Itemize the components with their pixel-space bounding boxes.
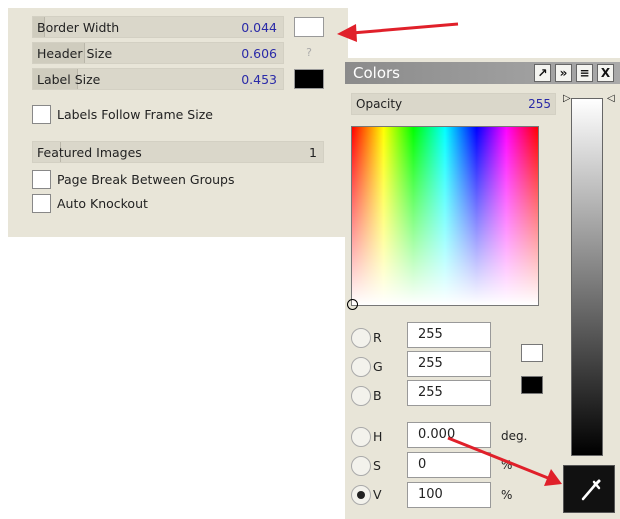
blue-input[interactable]: 255 [407, 380, 491, 406]
saturation-input[interactable]: 0 [407, 452, 491, 478]
page-break-label: Page Break Between Groups [57, 171, 235, 187]
header-size-label: Header Size [37, 46, 113, 61]
foreground-swatch[interactable] [521, 344, 543, 362]
labels-follow-checkbox[interactable] [32, 104, 51, 124]
auto-knockout-checkbox[interactable] [32, 193, 51, 213]
colors-panel-header: Colors ↗ » ≡ X [345, 62, 620, 84]
expand-icon[interactable]: » [555, 64, 572, 82]
featured-images-slider[interactable]: Featured Images 1 [32, 141, 324, 163]
colors-panel: Colors ↗ » ≡ X Opacity 255 ▷ ◁ R 255 G 2… [345, 58, 620, 519]
page-break-checkbox[interactable] [32, 169, 51, 189]
color-spectrum-picker[interactable] [347, 126, 539, 310]
radio-r[interactable] [351, 328, 371, 348]
background-swatch[interactable] [521, 376, 543, 394]
graph-options-panel: Border Width 0.044 Header Size 0.606 ? L… [8, 8, 348, 237]
brightness-strip[interactable] [571, 98, 603, 456]
channel-r-label: R [373, 330, 382, 345]
opacity-slider[interactable]: Opacity 255 [351, 93, 556, 115]
header-size-value: 0.606 [241, 46, 277, 61]
label-color-swatch[interactable] [294, 69, 324, 89]
channel-v-label: V [373, 487, 382, 502]
opacity-value: 255 [528, 97, 551, 111]
radio-b[interactable] [351, 386, 371, 406]
hue-input[interactable]: 0.000 [407, 422, 491, 448]
header-size-slider[interactable]: Header Size 0.606 [32, 42, 284, 64]
value-input[interactable]: 100 [407, 482, 491, 508]
pin-icon[interactable]: ↗ [534, 64, 551, 82]
radio-s[interactable] [351, 456, 371, 476]
featured-images-label: Featured Images [37, 145, 142, 160]
channel-g-label: G [373, 359, 383, 374]
auto-knockout-option[interactable]: Auto Knockout [32, 192, 148, 214]
channel-h-label: H [373, 429, 383, 444]
hue-unit: deg. [501, 429, 528, 443]
border-color-swatch[interactable] [294, 17, 324, 37]
labels-follow-frame-size-option[interactable]: Labels Follow Frame Size [32, 103, 213, 125]
page-break-option[interactable]: Page Break Between Groups [32, 168, 234, 190]
border-width-value: 0.044 [241, 20, 277, 35]
value-marker-right-icon: ◁ [607, 93, 615, 104]
opacity-label: Opacity [356, 97, 403, 111]
border-width-slider[interactable]: Border Width 0.044 [32, 16, 284, 38]
colors-panel-title: Colors [353, 64, 400, 82]
border-width-label: Border Width [37, 20, 120, 35]
radio-g[interactable] [351, 357, 371, 377]
eyedropper-button[interactable] [563, 465, 615, 513]
channel-s-label: S [373, 458, 381, 473]
close-icon[interactable]: X [597, 64, 614, 82]
header-color-button[interactable]: ? [294, 43, 324, 63]
spectrum-cursor [347, 299, 358, 310]
red-input[interactable]: 255 [407, 322, 491, 348]
label-size-label: Label Size [37, 72, 101, 87]
label-size-value: 0.453 [241, 72, 277, 87]
annotation-arrow-border-swatch [337, 22, 459, 42]
label-size-slider[interactable]: Label Size 0.453 [32, 68, 284, 90]
saturation-unit: % [501, 458, 513, 472]
radio-v[interactable] [351, 485, 371, 505]
featured-images-value: 1 [309, 145, 317, 160]
menu-icon[interactable]: ≡ [576, 64, 593, 82]
green-input[interactable]: 255 [407, 351, 491, 377]
eyedropper-icon [581, 479, 601, 501]
channel-b-label: B [373, 388, 382, 403]
value-unit: % [501, 488, 513, 502]
auto-knockout-label: Auto Knockout [57, 195, 148, 211]
radio-h[interactable] [351, 427, 371, 447]
labels-follow-label: Labels Follow Frame Size [57, 106, 213, 122]
value-marker-left-icon: ▷ [563, 93, 571, 104]
